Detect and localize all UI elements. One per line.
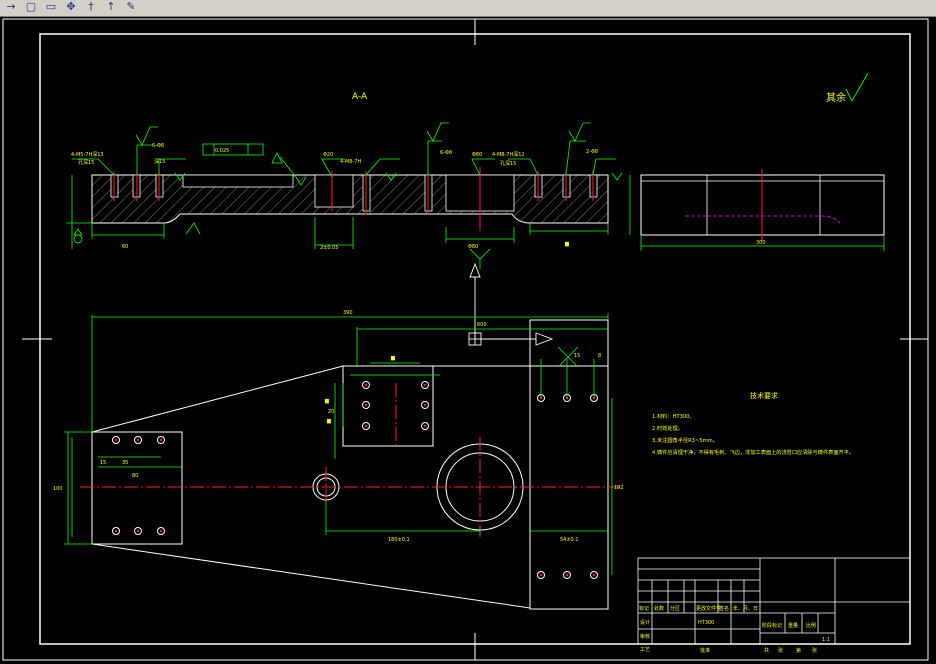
svg-text:第: 第 xyxy=(796,647,801,654)
svg-text:2-Φ8: 2-Φ8 xyxy=(586,149,598,155)
svg-text:▆: ▆ xyxy=(324,398,329,404)
svg-text:600: 600 xyxy=(477,322,487,328)
outer-frame xyxy=(2,18,929,661)
svg-text:4-M8-7H: 4-M8-7H xyxy=(340,159,361,165)
pointer-icon[interactable]: ↑ xyxy=(104,0,118,14)
svg-text:Φ20: Φ20 xyxy=(323,152,333,158)
svg-text:工艺: 工艺 xyxy=(640,647,650,653)
svg-text:年、月、日: 年、月、日 xyxy=(733,605,758,612)
svg-text:0.025: 0.025 xyxy=(215,148,229,154)
side-view: 300 xyxy=(629,169,885,251)
svg-text:3.未注圆角半径R3~5mm。: 3.未注圆角半径R3~5mm。 xyxy=(652,436,718,444)
svg-text:182: 182 xyxy=(614,485,624,491)
svg-text:比例: 比例 xyxy=(806,622,816,629)
svg-text:Φ80: Φ80 xyxy=(472,152,482,158)
line-arrow-icon[interactable]: → xyxy=(4,0,18,14)
svg-text:6-Φ8: 6-Φ8 xyxy=(152,143,164,149)
title-block xyxy=(637,557,911,645)
svg-text:▆: ▆ xyxy=(326,418,331,424)
svg-text:Φ80: Φ80 xyxy=(468,244,478,250)
svg-text:15: 15 xyxy=(574,353,580,359)
svg-text:20: 20 xyxy=(328,409,334,415)
hole-centers xyxy=(114,383,596,577)
svg-text:标记: 标记 xyxy=(639,605,649,612)
svg-text:1:1: 1:1 xyxy=(822,637,830,643)
svg-text:100: 100 xyxy=(53,486,63,492)
paint-icon[interactable]: ✎ xyxy=(124,0,138,14)
svg-text:60: 60 xyxy=(122,244,128,250)
svg-text:张: 张 xyxy=(778,647,783,654)
svg-text:2.时效处理。: 2.时效处理。 xyxy=(652,424,683,432)
svg-text:▆: ▆ xyxy=(390,355,395,361)
svg-text:4-M8-7H深12: 4-M8-7H深12 xyxy=(492,151,525,158)
svg-text:审核: 审核 xyxy=(640,633,650,640)
section-view xyxy=(91,167,609,231)
svg-text:300: 300 xyxy=(756,240,766,246)
move-icon[interactable]: ✥ xyxy=(64,0,78,14)
cad-drawing-canvas[interactable]: A-A 4-M5-7H深13 孔深15 6-Φ8 深15 0.025 Φ20 4… xyxy=(0,17,936,664)
plan-centerlines xyxy=(80,383,620,537)
svg-text:390: 390 xyxy=(343,310,353,316)
svg-text:HT300: HT300 xyxy=(698,620,714,626)
pin-icon[interactable]: † xyxy=(84,0,98,14)
svg-text:更改文件号: 更改文件号 xyxy=(696,605,721,612)
svg-text:15: 15 xyxy=(100,460,106,466)
svg-text:签名: 签名 xyxy=(719,605,729,612)
svg-text:8: 8 xyxy=(598,353,601,359)
svg-text:其余: 其余 xyxy=(826,91,846,104)
svg-text:▆: ▆ xyxy=(564,241,569,247)
plan-holes xyxy=(112,381,598,579)
rectangle-alt-icon[interactable]: ▭ xyxy=(44,0,58,14)
svg-text:6-Φ8: 6-Φ8 xyxy=(440,150,452,156)
svg-text:张: 张 xyxy=(812,647,817,654)
svg-text:批准: 批准 xyxy=(700,647,710,654)
svg-text:54±0.1: 54±0.1 xyxy=(560,537,579,543)
view-arrow xyxy=(468,262,554,346)
svg-text:设计: 设计 xyxy=(640,619,650,626)
section-title: A-A xyxy=(352,92,368,102)
plan-dim-text: 390 600 100 180±0.1 54±0.1 182 15 35 80 … xyxy=(53,310,624,543)
svg-text:处数: 处数 xyxy=(654,605,664,612)
svg-text:4-M5-7H深13: 4-M5-7H深13 xyxy=(71,151,104,158)
svg-text:阶段标记: 阶段标记 xyxy=(762,622,782,629)
svg-text:2±0.05: 2±0.05 xyxy=(320,245,339,251)
surface-finish-note: 其余 xyxy=(826,72,869,104)
svg-text:重量: 重量 xyxy=(788,622,798,629)
svg-text:深15: 深15 xyxy=(154,158,165,165)
svg-text:技术要求: 技术要求 xyxy=(750,391,778,400)
plan-view xyxy=(91,319,609,610)
rectangle-icon[interactable]: ▢ xyxy=(24,0,38,14)
svg-text:180±0.1: 180±0.1 xyxy=(388,537,410,543)
svg-text:共: 共 xyxy=(764,647,769,654)
svg-text:1.材料：HT300。: 1.材料：HT300。 xyxy=(652,412,695,420)
svg-text:35: 35 xyxy=(122,460,128,466)
svg-text:孔深15: 孔深15 xyxy=(78,159,94,166)
svg-text:孔深15: 孔深15 xyxy=(500,160,516,167)
svg-text:分区: 分区 xyxy=(670,605,680,612)
svg-text:80: 80 xyxy=(132,473,138,479)
toolbar: → ▢ ▭ ✥ † ↑ ✎ xyxy=(0,0,936,17)
svg-text:4.铸件应清理干净，不得有毛刺、飞边，非加工表面上的浇冒口应: 4.铸件应清理干净，不得有毛刺、飞边，非加工表面上的浇冒口应清除与铸件表面齐平。 xyxy=(652,448,854,456)
tech-requirements: 技术要求 1.材料：HT300。 2.时效处理。 3.未注圆角半径R3~5mm。… xyxy=(652,391,854,456)
